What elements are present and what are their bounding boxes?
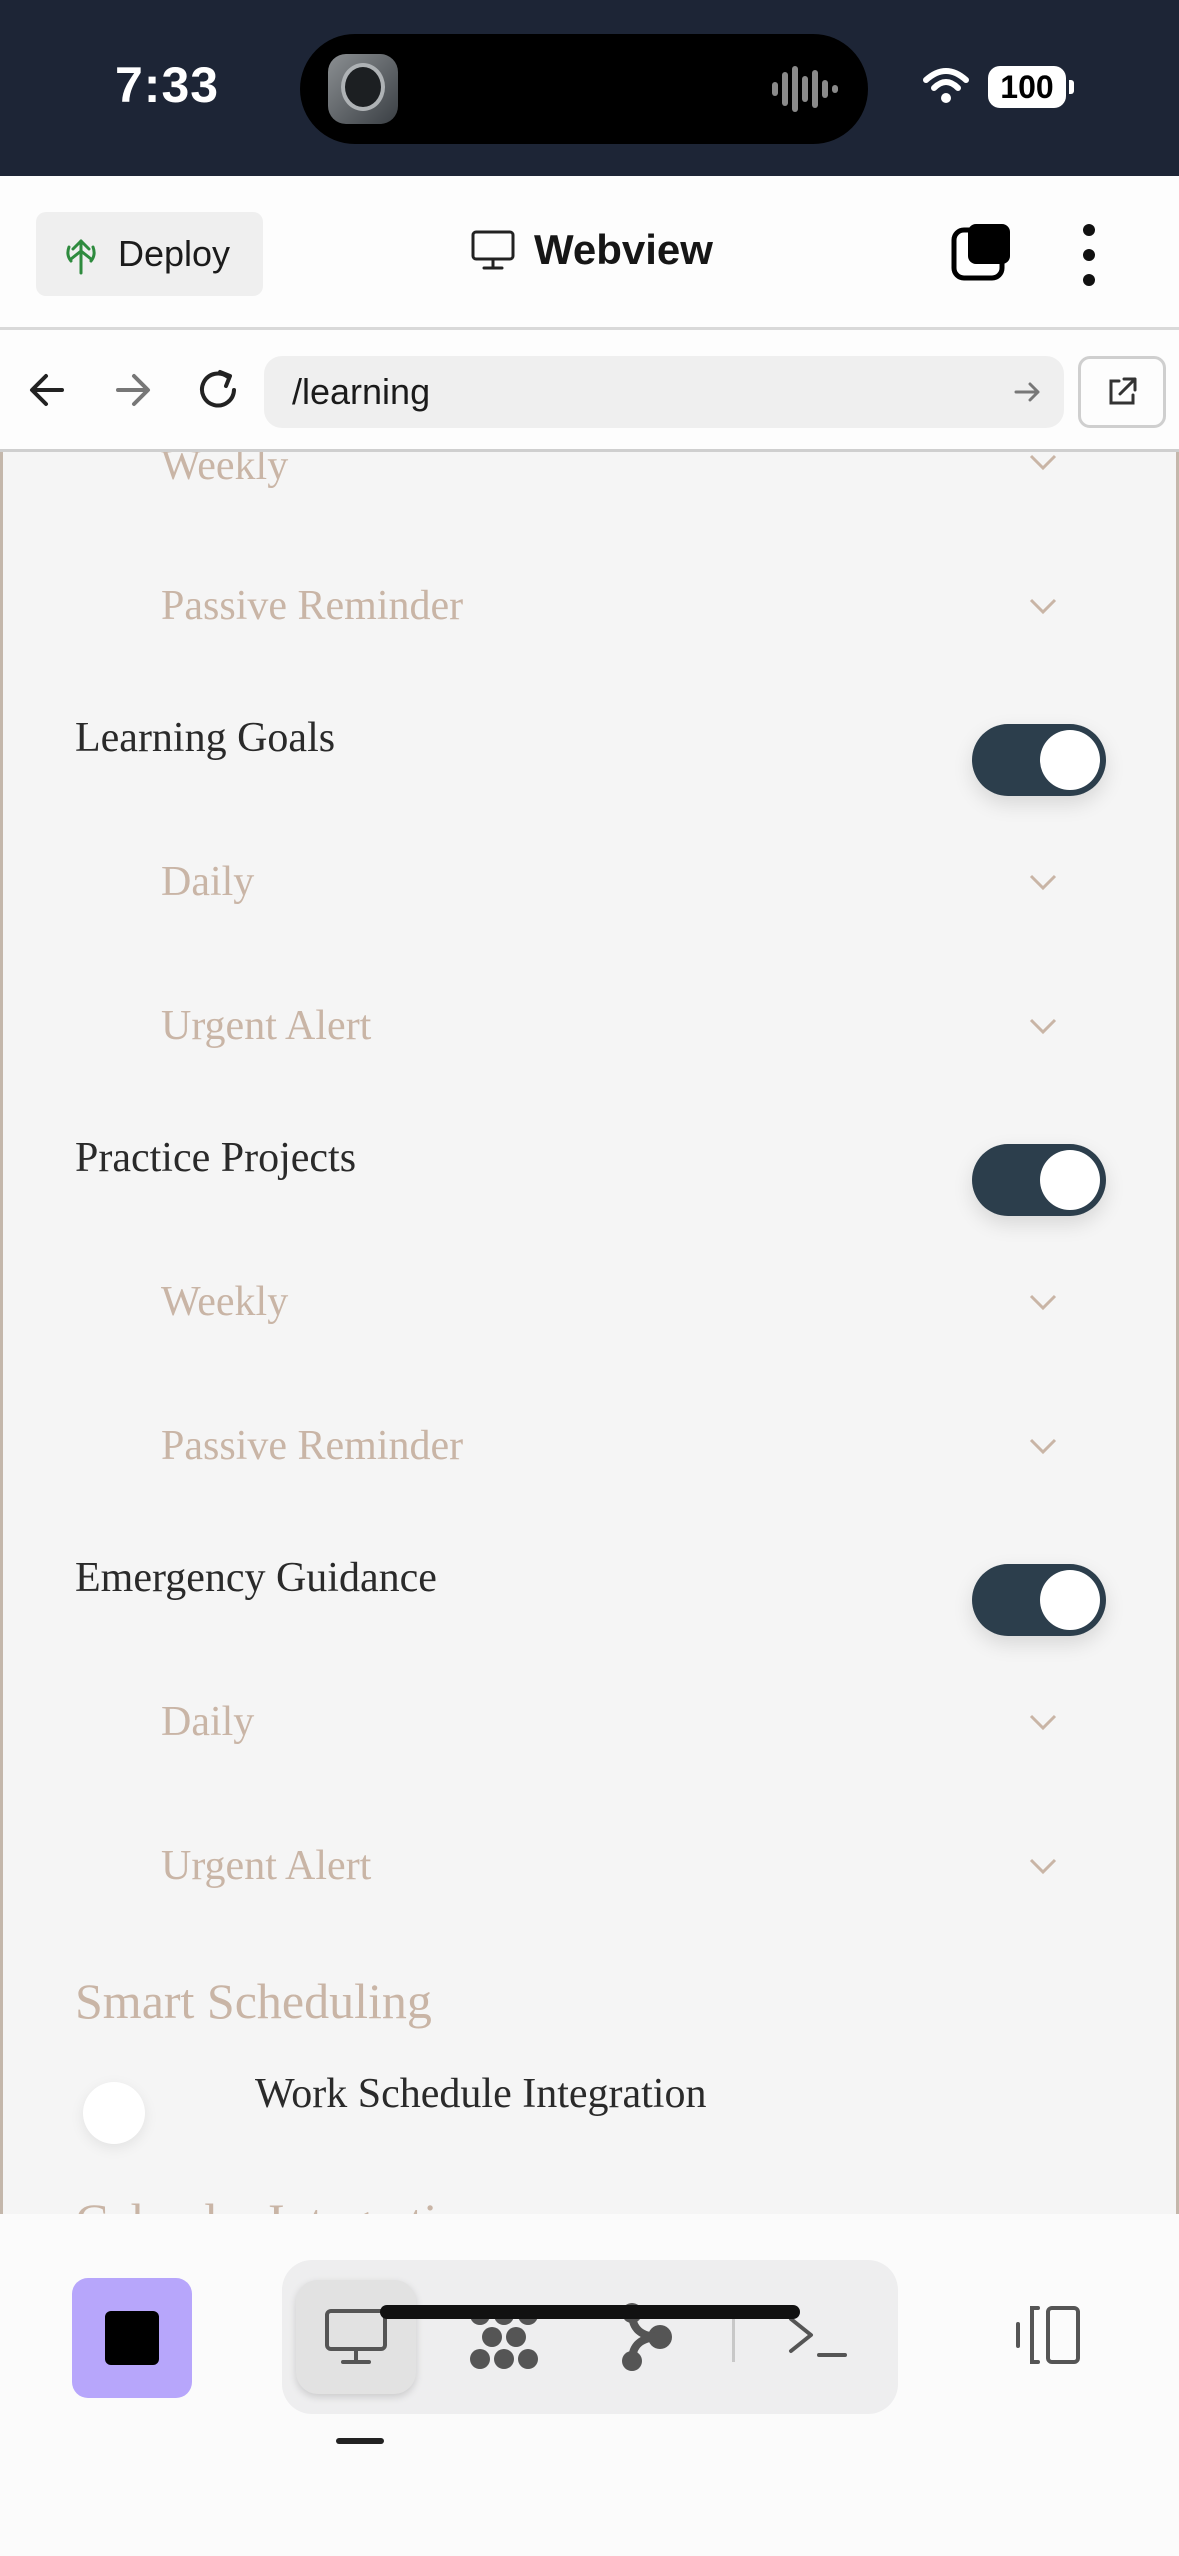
wifi-icon	[923, 68, 969, 103]
status-time: 7:33	[115, 57, 220, 113]
calendar-integration-heading: Calendar Integration	[75, 2192, 487, 2214]
go-arrow-icon[interactable]	[1012, 376, 1044, 408]
terminal-icon	[789, 2317, 847, 2357]
external-link-icon	[1109, 377, 1137, 405]
chevron-down-icon[interactable]	[1027, 1436, 1059, 1456]
back-arrow-icon[interactable]	[26, 360, 70, 420]
smart-scheduling-heading: Smart Scheduling	[75, 1973, 432, 2029]
emergency-guidance-label: Emergency Guidance	[75, 1555, 437, 1601]
webview-tab-button[interactable]	[296, 2280, 416, 2394]
status-bar: 7:33 100	[0, 0, 1179, 176]
frequency-select[interactable]: Daily	[161, 1698, 254, 1746]
deploy-button[interactable]: Deploy	[36, 212, 263, 296]
audio-wave-icon	[772, 66, 838, 112]
url-text: /learning	[292, 371, 431, 412]
emergency-guidance-toggle[interactable]	[972, 1564, 1106, 1636]
git-tab-button[interactable]	[586, 2280, 706, 2394]
toggle-knob	[1040, 1570, 1100, 1630]
toggle-knob	[1040, 730, 1100, 790]
learning-goals-toggle[interactable]	[972, 724, 1106, 796]
frequency-select-weekly[interactable]: Weekly	[161, 452, 288, 490]
split-view-icon[interactable]	[1010, 2304, 1082, 2366]
chevron-down-icon[interactable]	[1027, 1712, 1059, 1732]
monitor-icon	[325, 2309, 387, 2364]
deploy-icon	[66, 239, 96, 275]
practice-projects-label: Practice Projects	[75, 1135, 357, 1181]
learning-goals-label: Learning Goals	[75, 715, 336, 761]
nodes-tab-button[interactable]	[444, 2280, 564, 2394]
media-thumbnail	[328, 54, 398, 124]
work-schedule-label: Work Schedule Integration	[255, 2071, 707, 2117]
stop-button[interactable]	[72, 2278, 192, 2398]
webview-content: Weekly Passive Reminder Learning Goals D…	[0, 452, 1179, 2214]
reminder-select[interactable]: Urgent Alert	[161, 1002, 371, 1050]
app-header: Deploy Webview	[0, 176, 1179, 330]
url-input[interactable]: /learning	[264, 356, 1064, 428]
home-indicator[interactable]	[380, 2305, 800, 2319]
dynamic-island[interactable]	[300, 34, 868, 144]
chevron-down-icon[interactable]	[1027, 596, 1059, 616]
practice-projects-toggle[interactable]	[972, 1144, 1106, 1216]
reminder-select[interactable]: Passive Reminder	[161, 1422, 463, 1470]
reminder-select[interactable]: Urgent Alert	[161, 1842, 371, 1890]
work-schedule-toggle[interactable]	[83, 2082, 145, 2144]
more-vertical-icon[interactable]	[1074, 220, 1104, 290]
frequency-select[interactable]: Weekly	[161, 1278, 288, 1326]
chevron-down-icon[interactable]	[1027, 452, 1059, 472]
bottom-toolbar	[0, 2214, 1179, 2556]
deploy-label: Deploy	[118, 233, 231, 274]
toolbar-divider	[732, 2312, 735, 2362]
chevron-down-icon[interactable]	[1027, 1016, 1059, 1036]
toggle-knob	[1040, 1150, 1100, 1210]
battery-indicator: 100	[988, 66, 1074, 108]
reload-icon[interactable]	[192, 360, 244, 420]
reminder-select[interactable]: Passive Reminder	[161, 582, 463, 630]
chevron-down-icon[interactable]	[1027, 872, 1059, 892]
url-bar: /learning	[0, 330, 1179, 452]
open-external-button[interactable]	[1078, 356, 1166, 428]
active-tab-indicator	[336, 2438, 384, 2444]
webview-title-label: Webview	[534, 226, 713, 273]
webview-title: Webview	[470, 226, 713, 274]
chevron-down-icon[interactable]	[1027, 1856, 1059, 1876]
terminal-tab-button[interactable]	[758, 2280, 878, 2394]
monitor-icon	[471, 230, 515, 270]
tabs-icon[interactable]	[950, 220, 1014, 284]
stop-icon	[105, 2311, 159, 2365]
view-switcher	[282, 2260, 898, 2414]
forward-arrow-icon[interactable]	[110, 360, 154, 420]
frequency-select[interactable]: Daily	[161, 858, 254, 906]
chevron-down-icon[interactable]	[1027, 1292, 1059, 1312]
